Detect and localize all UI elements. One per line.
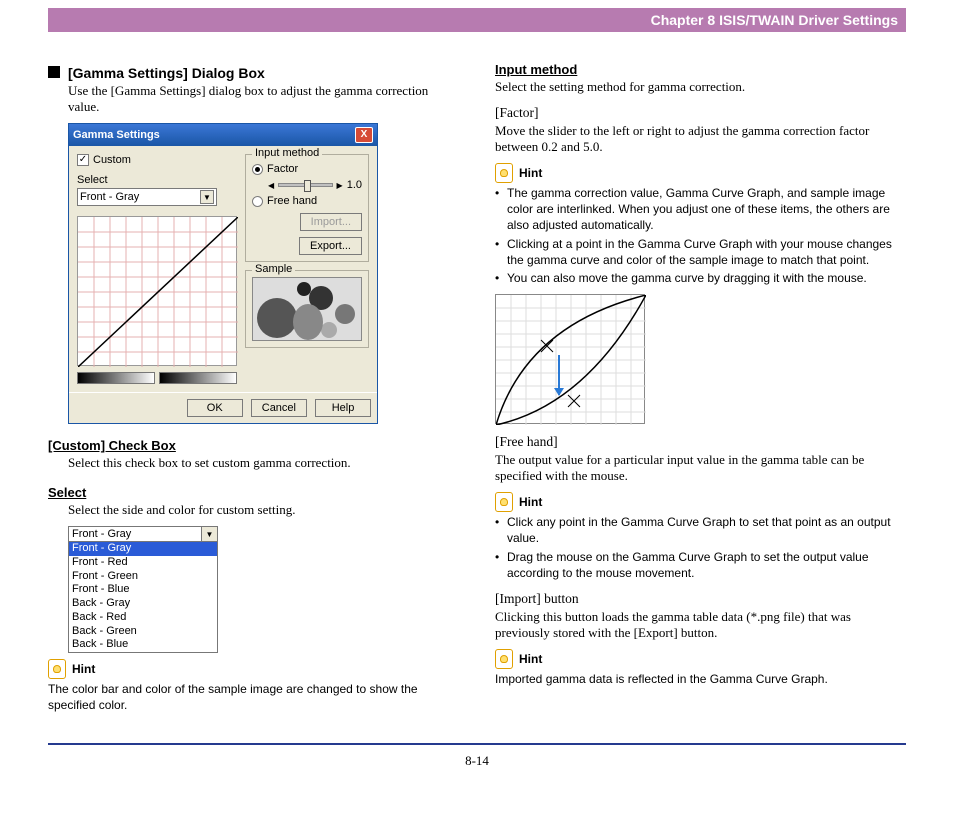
chapter-header: Chapter 8 ISIS/TWAIN Driver Settings [48,8,906,32]
hint-icon [48,659,66,679]
factor-value: 1.0 [347,179,362,191]
chevron-down-icon[interactable]: ▼ [200,190,214,204]
select-combo-value: Front - Gray [80,191,139,203]
factor-slider[interactable] [278,183,332,187]
page-number: 8-14 [48,743,906,769]
select-combo[interactable]: Front - Gray ▼ [77,188,217,206]
listbox-selected: Front - Gray [69,527,201,541]
left-column: [Gamma Settings] Dialog Box Use the [Gam… [48,62,459,713]
custom-checkbox[interactable]: ✓ [77,154,89,166]
gamma-curve-example [495,294,645,424]
hint-body: The color bar and color of the sample im… [48,681,459,713]
hint-icon [495,492,513,512]
list-item[interactable]: Front - Green [69,570,217,584]
hint-bullet: You can also move the gamma curve by dra… [495,270,906,286]
gamma-settings-intro: Use the [Gamma Settings] dialog box to a… [68,83,459,115]
list-item[interactable]: Front - Red [69,556,217,570]
sample-image [252,277,362,341]
import-body: Clicking this button loads the gamma tab… [495,609,906,641]
factor-radio-label: Factor [267,163,298,175]
freehand-radio-label: Free hand [267,195,317,207]
hint-label: Hint [519,652,542,666]
slider-right-icon: ▶ [337,181,343,190]
slider-left-icon: ◀ [268,181,274,190]
select-body: Select the side and color for custom set… [68,502,459,518]
factor-heading: [Factor] [495,105,906,121]
gradient-bar-1 [77,372,155,384]
custom-checkbox-label: Custom [93,154,131,166]
export-button[interactable]: Export... [299,237,362,255]
list-item[interactable]: Front - Gray [69,542,217,556]
list-item[interactable]: Back - Blue [69,638,217,652]
list-item[interactable]: Back - Green [69,625,217,639]
sample-legend: Sample [252,263,295,275]
factor-body: Move the slider to the left or right to … [495,123,906,155]
custom-checkbox-heading: [Custom] Check Box [48,438,459,453]
hint-bullet: Drag the mouse on the Gamma Curve Graph … [495,549,906,581]
hint-body: Imported gamma data is reflected in the … [495,671,906,687]
select-listbox[interactable]: Front - Gray ▼ Front - Gray Front - Red … [68,526,218,653]
freehand-heading: [Free hand] [495,434,906,450]
right-column: Input method Select the setting method f… [495,62,906,713]
hint-label: Hint [519,495,542,509]
list-item[interactable]: Front - Blue [69,583,217,597]
list-item[interactable]: Back - Red [69,611,217,625]
gamma-curve-graph[interactable] [77,216,237,366]
arrow-down-icon [558,355,560,395]
hint-icon [495,649,513,669]
list-item[interactable]: Back - Gray [69,597,217,611]
hint-bullet: Click any point in the Gamma Curve Graph… [495,514,906,546]
section-bullet [48,66,60,78]
hint-bullet: The gamma correction value, Gamma Curve … [495,185,906,234]
cancel-button[interactable]: Cancel [251,399,307,417]
close-icon[interactable]: X [355,127,373,143]
freehand-radio[interactable] [252,196,263,207]
hint-bullet: Clicking at a point in the Gamma Curve G… [495,236,906,268]
chevron-down-icon[interactable]: ▼ [201,527,217,541]
gamma-settings-dialog: Gamma Settings X ✓ Custom Select Front -… [68,123,378,424]
hint-label: Hint [72,662,95,676]
input-method-legend: Input method [252,147,322,159]
freehand-body: The output value for a particular input … [495,452,906,484]
select-label: Select [77,174,237,186]
factor-radio[interactable] [252,164,263,175]
hint-icon [495,163,513,183]
input-method-body: Select the setting method for gamma corr… [495,79,906,95]
help-button[interactable]: Help [315,399,371,417]
hint-label: Hint [519,166,542,180]
ok-button[interactable]: OK [187,399,243,417]
select-heading: Select [48,485,459,500]
gradient-bar-2 [159,372,237,384]
import-button[interactable]: Import... [300,213,362,231]
input-method-heading: Input method [495,62,906,77]
dialog-title: Gamma Settings [73,129,160,141]
gamma-settings-heading: [Gamma Settings] Dialog Box [68,65,265,81]
custom-checkbox-body: Select this check box to set custom gamm… [68,455,459,471]
import-heading: [Import] button [495,591,906,607]
